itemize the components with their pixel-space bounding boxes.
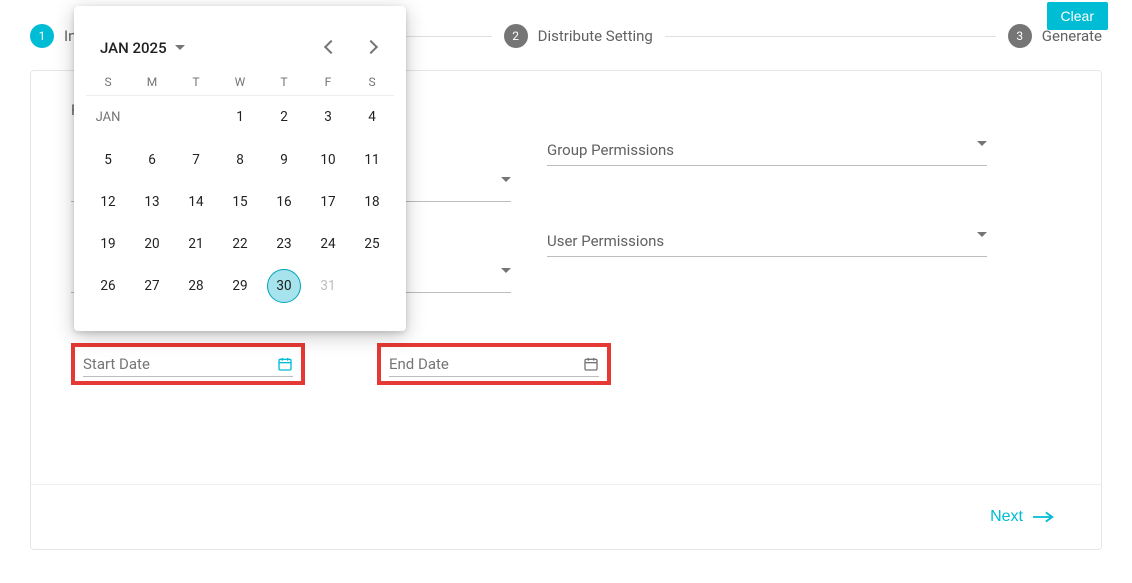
datepicker-day bbox=[174, 96, 218, 139]
datepicker-day[interactable]: 3 bbox=[306, 96, 350, 139]
step-2[interactable]: 2 Distribute Setting bbox=[504, 24, 653, 48]
step-divider bbox=[665, 36, 996, 37]
start-date-field[interactable]: Start Date bbox=[71, 343, 305, 385]
datepicker-day[interactable]: 7 bbox=[174, 139, 218, 181]
datepicker-dow: F bbox=[306, 67, 350, 96]
datepicker-day[interactable]: 21 bbox=[174, 223, 218, 265]
datepicker-day: 31 bbox=[306, 265, 350, 307]
chevron-down-icon bbox=[501, 268, 511, 273]
datepicker-day[interactable]: 13 bbox=[130, 181, 174, 223]
datepicker-day[interactable]: 12 bbox=[86, 181, 130, 223]
step-1-circle: 1 bbox=[30, 24, 54, 48]
datepicker-day[interactable]: 11 bbox=[350, 139, 394, 181]
chevron-down-icon bbox=[175, 45, 185, 50]
datepicker-day[interactable]: 8 bbox=[218, 139, 262, 181]
datepicker-day[interactable]: 18 bbox=[350, 181, 394, 223]
datepicker-prev-button[interactable] bbox=[320, 34, 342, 61]
datepicker-dow: S bbox=[86, 67, 130, 96]
datepicker-day[interactable]: 2 bbox=[262, 96, 306, 139]
datepicker-day[interactable]: 10 bbox=[306, 139, 350, 181]
step-2-label: Distribute Setting bbox=[538, 27, 653, 45]
datepicker-day[interactable]: 23 bbox=[262, 223, 306, 265]
arrow-right-icon bbox=[1033, 511, 1055, 523]
chevron-down-icon bbox=[501, 177, 511, 182]
chevron-down-icon bbox=[977, 141, 987, 146]
datepicker-day[interactable]: 4 bbox=[350, 96, 394, 139]
end-date-field[interactable]: End Date bbox=[377, 343, 611, 385]
datepicker-day bbox=[350, 265, 394, 307]
datepicker-dow: T bbox=[174, 67, 218, 96]
step-3-circle: 3 bbox=[1008, 24, 1032, 48]
datepicker-day[interactable]: 1 bbox=[218, 96, 262, 139]
datepicker-day[interactable]: 19 bbox=[86, 223, 130, 265]
datepicker-day[interactable]: 9 bbox=[262, 139, 306, 181]
datepicker-day[interactable]: 5 bbox=[86, 139, 130, 181]
datepicker-dow: M bbox=[130, 67, 174, 96]
datepicker-day[interactable]: 22 bbox=[218, 223, 262, 265]
chevron-down-icon bbox=[977, 232, 987, 237]
datepicker-day[interactable]: 6 bbox=[130, 139, 174, 181]
datepicker-grid: SMTWTFSJAN 12345678910111213141516171819… bbox=[78, 67, 402, 307]
clear-button[interactable]: Clear bbox=[1047, 2, 1108, 30]
step-2-circle: 2 bbox=[504, 24, 528, 48]
datepicker-day[interactable]: 24 bbox=[306, 223, 350, 265]
user-permissions-select[interactable]: User Permissions bbox=[547, 228, 987, 257]
datepicker-day[interactable]: 15 bbox=[218, 181, 262, 223]
datepicker-month-label: JAN bbox=[86, 96, 130, 139]
datepicker-day[interactable]: 27 bbox=[130, 265, 174, 307]
datepicker-day[interactable]: 25 bbox=[350, 223, 394, 265]
datepicker-dow: T bbox=[262, 67, 306, 96]
group-permissions-select[interactable]: Group Permissions bbox=[547, 137, 987, 166]
datepicker-day[interactable]: 16 bbox=[262, 181, 306, 223]
calendar-icon[interactable] bbox=[583, 356, 599, 372]
datepicker-day bbox=[130, 96, 174, 139]
card-footer: Next bbox=[31, 484, 1101, 549]
start-date-placeholder: Start Date bbox=[83, 355, 150, 373]
datepicker-popover: JAN 2025 SMTWTFSJAN 12345678910111213141… bbox=[74, 6, 406, 331]
datepicker-day[interactable]: 17 bbox=[306, 181, 350, 223]
chevron-right-icon bbox=[364, 40, 378, 54]
datepicker-dow: S bbox=[350, 67, 394, 96]
datepicker-day[interactable]: 14 bbox=[174, 181, 218, 223]
datepicker-month-year-button[interactable]: JAN 2025 bbox=[100, 39, 185, 57]
chevron-left-icon bbox=[324, 40, 338, 54]
datepicker-day[interactable]: 28 bbox=[174, 265, 218, 307]
datepicker-day[interactable]: 30 bbox=[262, 265, 306, 307]
datepicker-next-button[interactable] bbox=[360, 34, 382, 61]
datepicker-month-year: JAN 2025 bbox=[100, 39, 167, 57]
datepicker-dow: W bbox=[218, 67, 262, 96]
next-label: Next bbox=[990, 508, 1023, 526]
end-date-placeholder: End Date bbox=[389, 355, 449, 373]
datepicker-day[interactable]: 26 bbox=[86, 265, 130, 307]
calendar-icon[interactable] bbox=[277, 356, 293, 372]
datepicker-day[interactable]: 29 bbox=[218, 265, 262, 307]
user-permissions-label: User Permissions bbox=[547, 228, 987, 257]
datepicker-day[interactable]: 20 bbox=[130, 223, 174, 265]
next-button[interactable]: Next bbox=[984, 507, 1061, 527]
group-permissions-label: Group Permissions bbox=[547, 137, 987, 166]
